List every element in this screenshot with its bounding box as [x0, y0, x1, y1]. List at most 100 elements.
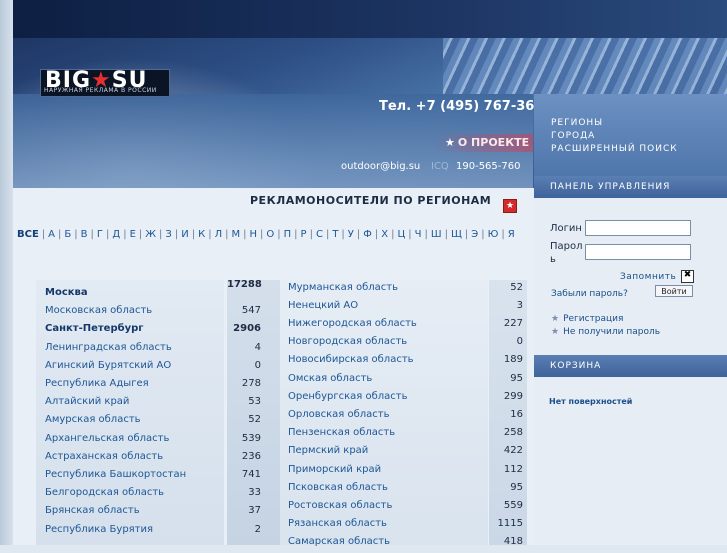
left-region-name[interactable]: Амурская область [45, 413, 223, 431]
remember-checkbox[interactable]: ✖ [681, 270, 694, 283]
alphabet-letter-link[interactable]: О [266, 229, 274, 240]
alphabet-letter-link[interactable]: Д [112, 229, 120, 240]
login-button[interactable]: Войти [655, 285, 693, 297]
forgot-password-link[interactable]: Забыли пароль? [551, 289, 628, 299]
page-title: РЕКЛАМОНОСИТЕЛИ ПО РЕГИОНАМ [250, 194, 492, 207]
left-region-name[interactable]: Республика Адыгея [45, 377, 223, 395]
left-region-name[interactable]: Республика Башкортостан [45, 468, 223, 486]
left-region-name[interactable]: Астраханская область [45, 450, 223, 468]
alphabet-letter-link[interactable]: Г [97, 229, 103, 240]
alphabet-letter-link[interactable]: Е [130, 229, 136, 240]
register-link[interactable]: ★ Регистрация [551, 314, 623, 324]
left-region-count: 52 [248, 414, 261, 426]
right-region-count: 0 [516, 336, 523, 348]
alphabet-letter-link[interactable]: И [181, 229, 188, 240]
right-region-count: 52 [510, 281, 523, 293]
left-region-name[interactable]: Брянская область [45, 504, 223, 522]
left-region-name[interactable]: Архангельская область [45, 432, 223, 450]
cart-header: КОРЗИНА [534, 355, 727, 377]
print-icon[interactable]: ★ [503, 199, 517, 213]
alphabet-letter-link[interactable]: В [81, 229, 88, 240]
nav-regions[interactable]: РЕГИОНЫ [551, 118, 603, 128]
alphabet-letter-link[interactable]: Я [508, 229, 515, 240]
icq-label: ICQ [431, 161, 449, 172]
alphabet-letter-link[interactable]: К [198, 229, 205, 240]
right-region-name[interactable]: Мурманская область [288, 281, 488, 299]
left-region-name[interactable]: Санкт-Петербург [45, 322, 223, 340]
star-icon: ★ [445, 136, 455, 149]
alphabet-letter-link[interactable]: Т [332, 229, 338, 240]
alphabet-separator: | [90, 229, 94, 240]
contact-email[interactable]: outdoor@big.su [341, 161, 420, 172]
right-region-name[interactable]: Пермский край [288, 444, 488, 462]
right-region-name[interactable]: Орловская область [288, 408, 488, 426]
alphabet-letter-link[interactable]: Ш [431, 229, 442, 240]
alphabet-letter-link[interactable]: А [48, 229, 55, 240]
alphabet-letter-link[interactable]: Ц [397, 229, 405, 240]
left-region-name[interactable]: Московская область [45, 304, 223, 322]
alphabet-letter-link[interactable]: Л [215, 229, 223, 240]
left-region-name[interactable]: Агинский Бурятский АО [45, 359, 223, 377]
alphabet-separator: | [208, 229, 212, 240]
alphabet-filter: ВСЕ | А | Б | В | Г | Д | Е | Ж | З | И | К | Л | М | Н | О | П | Р | С | Т |… [17, 227, 527, 243]
alphabet-separator: | [74, 229, 78, 240]
nav-cities[interactable]: ГОРОДА [551, 131, 595, 141]
alphabet-separator: | [424, 229, 428, 240]
left-region-name[interactable]: Москва [45, 286, 223, 304]
left-region-name[interactable]: Алтайский край [45, 395, 223, 413]
right-region-name[interactable]: Ненецкий АО [288, 299, 488, 317]
right-region-name[interactable]: Новосибирская область [288, 353, 488, 371]
alphabet-separator: | [159, 229, 163, 240]
alphabet-letter-link[interactable]: С [316, 229, 323, 240]
alphabet-letter-link[interactable]: Ф [363, 229, 372, 240]
left-region-count: 236 [241, 450, 261, 462]
about-project-link[interactable]: ★ О ПРОЕКТЕ [445, 136, 529, 149]
alphabet-separator: | [481, 229, 485, 240]
right-region-name[interactable]: Омская область [288, 372, 488, 390]
icq-number: 190-565-760 [456, 161, 521, 172]
alphabet-letter-link[interactable]: Х [381, 229, 388, 240]
alphabet-letter-link[interactable]: М [231, 229, 240, 240]
right-region-name[interactable]: Ростовская область [288, 499, 488, 517]
left-region-count: 4 [254, 341, 261, 353]
right-region-name[interactable]: Новгородская область [288, 335, 488, 353]
resend-password-link[interactable]: ★ Не получили пароль [551, 327, 660, 337]
right-region-count: 189 [503, 354, 523, 366]
left-region-count: 37 [248, 505, 261, 517]
login-input[interactable] [585, 220, 691, 236]
password-input[interactable] [585, 244, 691, 260]
alphabet-letter-link[interactable]: Ч [415, 229, 422, 240]
control-panel-title: ПАНЕЛЬ УПРАВЛЕНИЯ [550, 182, 671, 192]
alphabet-separator: | [191, 229, 196, 240]
alphabet-letter-link[interactable]: У [348, 229, 354, 240]
alphabet-letter-link[interactable]: З [165, 229, 171, 240]
alphabet-separator: | [41, 229, 46, 240]
alphabet-letter-link[interactable]: Щ [451, 229, 462, 240]
right-region-name[interactable]: Оренбургская область [288, 390, 488, 408]
right-region-name[interactable]: Псковская область [288, 481, 488, 499]
right-region-name[interactable]: Самарская область [288, 535, 488, 553]
alphabet-separator: | [444, 229, 448, 240]
alphabet-separator: | [356, 229, 361, 240]
alphabet-all-link[interactable]: ВСЕ [17, 229, 39, 240]
right-region-name[interactable]: Пензенская область [288, 426, 488, 444]
alphabet-letter-link[interactable]: Б [64, 229, 71, 240]
alphabet-separator: | [309, 229, 313, 240]
right-region-count: 95 [510, 372, 523, 384]
right-region-name[interactable]: Нижегородская область [288, 317, 488, 335]
alphabet-letter-link[interactable]: Р [301, 229, 307, 240]
alphabet-letter-link[interactable]: Э [471, 229, 478, 240]
left-region-name[interactable]: Ленинградская область [45, 341, 223, 359]
right-region-name[interactable]: Рязанская область [288, 517, 488, 535]
site-logo[interactable]: BIG★SU НАРУЖНАЯ РЕКЛАМА В РОССИИ [40, 68, 170, 97]
nav-advanced-search[interactable]: РАСШИРЕННЫЙ ПОИСК [551, 144, 678, 154]
right-region-name[interactable]: Приморский край [288, 463, 488, 481]
left-region-name[interactable]: Республика Бурятия [45, 523, 223, 541]
right-region-count: 3 [516, 299, 523, 311]
alphabet-letter-link[interactable]: Ю [488, 229, 499, 240]
alphabet-letter-link[interactable]: П [284, 229, 292, 240]
left-region-count: 17288 [227, 279, 262, 290]
left-region-name[interactable]: Белгородская область [45, 486, 223, 504]
alphabet-letter-link[interactable]: Н [249, 229, 257, 240]
alphabet-letter-link[interactable]: Ж [145, 229, 156, 240]
